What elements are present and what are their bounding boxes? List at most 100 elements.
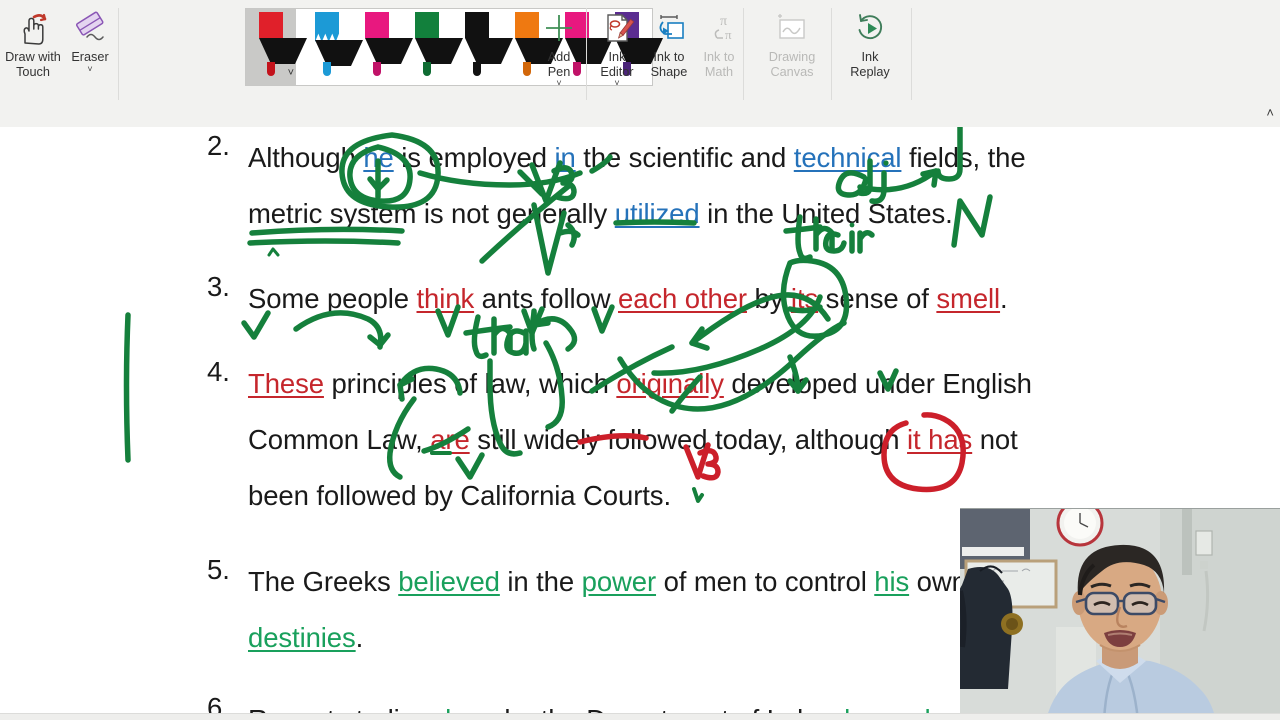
paragraph-5-line-1: The Greeks believed in the power of men … xyxy=(248,554,967,610)
ink-green-small-tick xyxy=(692,487,704,503)
text-run: developed under English xyxy=(723,368,1032,399)
mark-its[interactable]: its xyxy=(791,283,818,314)
ink-replay-icon xyxy=(850,6,890,50)
ink-green-that-a xyxy=(504,328,529,357)
ribbon-group-insert: Drawing Canvas xyxy=(759,0,832,116)
ink-to-math-icon: π π xyxy=(699,6,739,50)
text-run: been followed by California Courts. xyxy=(248,480,671,511)
ink-green-margin-bar xyxy=(123,312,131,463)
eraser-chevron-down-icon[interactable]: ˅ xyxy=(87,64,92,73)
ink-editor-label: Ink Editor xyxy=(600,50,634,79)
mark-done[interactable]: done xyxy=(436,704,497,713)
mark-each-other[interactable]: each other xyxy=(618,283,747,314)
text-run: by the Department of Labor xyxy=(497,704,844,713)
mark-smell[interactable]: smell xyxy=(936,283,1000,314)
text-run: Recent studies xyxy=(248,704,436,713)
ink-green-that-cross xyxy=(463,324,513,336)
text-run: Although xyxy=(248,142,364,173)
paragraph-4-line-3: been followed by California Courts. xyxy=(248,468,671,524)
mark-power[interactable]: power xyxy=(582,566,657,597)
ink-replay-button[interactable]: Ink Replay xyxy=(841,0,899,79)
ink-editor-button[interactable]: Ink Editor ˅ xyxy=(591,0,643,88)
text-run: the scientific and xyxy=(575,142,794,173)
mark-believed[interactable]: believed xyxy=(398,566,500,597)
ink-replay-label: Ink Replay xyxy=(850,50,890,79)
text-run: in the xyxy=(499,566,582,597)
pen-magenta[interactable] xyxy=(352,9,413,76)
mark-these[interactable]: These xyxy=(248,368,324,399)
add-pen-plus-icon xyxy=(539,6,579,50)
text-run: The Greeks xyxy=(248,566,399,597)
text-run: principles of law, which xyxy=(323,368,617,399)
eraser-button[interactable]: Eraser ˅ xyxy=(64,0,116,73)
mark-have-show[interactable]: have show xyxy=(844,704,975,713)
ribbon-collapse-chevron-up-icon[interactable]: ˄ xyxy=(1266,106,1274,119)
svg-text:π: π xyxy=(725,27,732,42)
ink-editor-icon xyxy=(597,6,637,50)
ribbon-group-label-strip: Tools Pens Convert Insert Replay xyxy=(0,100,1280,221)
pen-selected-cell[interactable]: ˅ xyxy=(246,9,307,85)
bottom-status-bar xyxy=(0,713,1280,720)
drawing-canvas-icon xyxy=(772,6,812,50)
mark-destinies[interactable]: destinies xyxy=(248,622,356,653)
pen-green[interactable] xyxy=(402,9,463,76)
text-run: metric system is not generally xyxy=(248,198,615,229)
ink-to-shape-button[interactable]: Ink to Shape xyxy=(643,0,695,79)
paragraph-2-line-2: metric system is not generally utilized … xyxy=(248,186,953,242)
ribbon-group-replay: Ink Replay xyxy=(841,0,912,116)
pen-black[interactable] xyxy=(452,9,513,76)
text-run: by xyxy=(746,283,791,314)
mark-it-has[interactable]: it has xyxy=(907,424,972,455)
application-window: Draw with Touch Eraser ˅ ˅ Add Pen ˅ Ink… xyxy=(0,0,1280,720)
paragraph-3-line-1: Some people think ants follow each other… xyxy=(248,271,1008,327)
add-pen-button[interactable]: Add Pen ˅ xyxy=(533,0,585,88)
ink-green-caret-1 xyxy=(267,247,280,257)
drawing-canvas-label: Drawing Canvas xyxy=(768,50,816,79)
instructor-webcam-overlay[interactable] xyxy=(960,508,1280,720)
text-run: not xyxy=(972,424,1018,455)
webcam-video-frame xyxy=(960,509,1280,720)
mark-his[interactable]: his xyxy=(874,566,909,597)
mark-originally[interactable]: originally xyxy=(616,368,724,399)
text-run: still widely followed today, although xyxy=(469,424,908,455)
text-run: ants follow xyxy=(474,283,619,314)
list-number-6: 6. xyxy=(207,692,230,713)
add-pen-label: Add Pen xyxy=(547,50,571,79)
pen-blue[interactable] xyxy=(302,9,363,76)
pen-red-selected[interactable] xyxy=(246,9,307,76)
list-number-5: 5. xyxy=(207,554,230,585)
ribbon-group-tools: Draw with Touch Eraser ˅ xyxy=(0,0,119,116)
ink-to-math-button: π π Ink to Math xyxy=(695,0,743,79)
draw-with-touch-button[interactable]: Draw with Touch xyxy=(2,0,64,79)
paragraph-5-line-2: destinies. xyxy=(248,610,363,666)
text-run: Common Law, xyxy=(248,424,431,455)
ink-editor-chevron-down-icon[interactable]: ˅ xyxy=(614,79,619,88)
link-he[interactable]: he xyxy=(363,142,393,173)
text-run: of men to control xyxy=(656,566,875,597)
paragraph-4-line-2: Common Law, are still widely followed to… xyxy=(248,412,1018,468)
ink-to-shape-label: Ink to Shape xyxy=(650,50,688,79)
drawing-canvas-button: Drawing Canvas xyxy=(759,0,825,79)
text-run: in the United States. xyxy=(699,198,953,229)
pen-dropdown-chevron-down-icon[interactable]: ˅ xyxy=(288,67,294,79)
paragraph-2-line-1: Although he is employed in the scientifi… xyxy=(248,130,1026,186)
link-utilized[interactable]: utilized xyxy=(615,198,700,229)
list-number-4: 4. xyxy=(207,356,230,387)
eraser-icon xyxy=(69,6,111,50)
draw-with-touch-icon xyxy=(12,6,54,50)
link-in[interactable]: in xyxy=(554,142,575,173)
paragraph-4-line-1: These principles of law, which originall… xyxy=(248,356,1032,412)
list-number-3: 3. xyxy=(207,271,230,302)
paragraph-6-line-1: Recent studies done by the Department of… xyxy=(248,692,975,713)
text-run: . xyxy=(1000,283,1008,314)
mark-think[interactable]: think xyxy=(417,283,475,314)
list-number-2: 2. xyxy=(207,130,230,161)
link-technical[interactable]: technical xyxy=(794,142,902,173)
mark-are[interactable]: are xyxy=(430,424,470,455)
add-pen-chevron-down-icon[interactable]: ˅ xyxy=(556,79,561,88)
text-run: own xyxy=(909,566,967,597)
text-run: Some people xyxy=(248,283,417,314)
text-run: sense of xyxy=(818,283,937,314)
text-run: is employed xyxy=(393,142,555,173)
ink-green-n-shape xyxy=(951,194,993,248)
